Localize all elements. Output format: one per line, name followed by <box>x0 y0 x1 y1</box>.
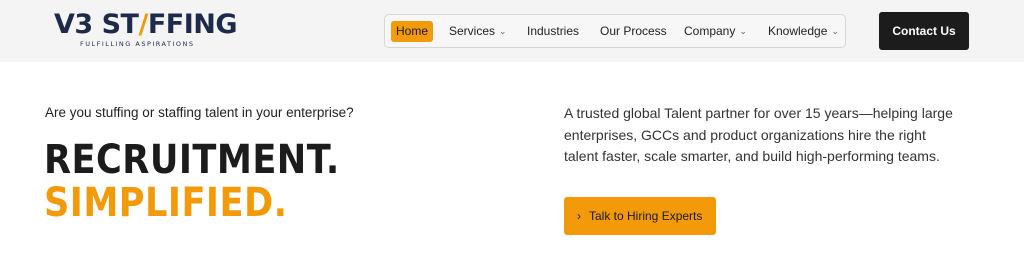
hero-headline-line1: RECRUITMENT. <box>44 137 340 183</box>
nav-item-label: Home <box>396 24 429 38</box>
nav-item-label: Company <box>684 24 736 38</box>
nav-item-label: Our Process <box>600 24 667 38</box>
hero-description: A trusted global Talent partner for over… <box>564 105 953 164</box>
logo-wordmark: V3 ST/FFING <box>54 9 238 40</box>
cta-label: Talk to Hiring Experts <box>589 209 703 223</box>
brand-logo[interactable]: V3 ST/FFING FULFILLING ASPIRATIONS <box>54 9 238 53</box>
nav-item-label: Industries <box>527 24 580 38</box>
chevron-down-icon: ⌄ <box>499 26 507 36</box>
chevron-down-icon: ⌄ <box>831 26 839 36</box>
logo-tagline: FULFILLING ASPIRATIONS <box>80 40 195 48</box>
nav-item-our-process[interactable]: Our Process <box>600 21 667 42</box>
site-header: V3 ST/FFING FULFILLING ASPIRATIONS Home … <box>0 0 1024 62</box>
talk-to-hiring-experts-button[interactable]: › Talk to Hiring Experts <box>564 197 716 235</box>
hero-question: Are you stuffing or staffing talent in y… <box>45 105 354 120</box>
chevron-down-icon: ⌄ <box>739 26 747 36</box>
nav-item-home[interactable]: Home <box>391 21 434 42</box>
main-nav: Home Services ⌄ Industries Our Process Co… <box>384 14 846 48</box>
hero-headline-line2: SIMPLIFIED. <box>44 180 288 226</box>
contact-us-button[interactable]: Contact Us <box>879 12 969 50</box>
nav-item-label: Services <box>449 24 496 38</box>
nav-item-industries[interactable]: Industries <box>527 21 579 42</box>
chevron-right-icon: › <box>577 209 581 223</box>
nav-item-knowledge[interactable]: Knowledge ⌄ <box>768 21 839 42</box>
nav-item-services[interactable]: Services ⌄ <box>449 21 507 42</box>
nav-item-company[interactable]: Company ⌄ <box>684 21 747 42</box>
nav-item-label: Knowledge <box>768 24 828 38</box>
